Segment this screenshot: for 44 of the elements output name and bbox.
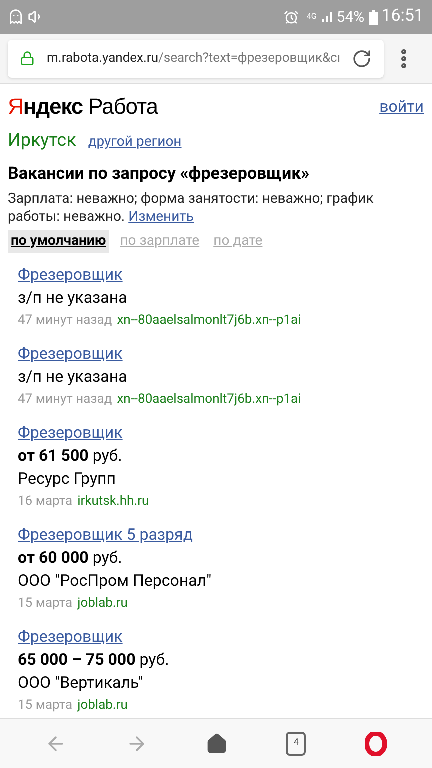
source-site: irkutsk.hh.ru — [78, 492, 150, 510]
sort-tab[interactable]: по умолчанию — [8, 230, 110, 252]
source-site: xn--80aaelsalmonlt7j6b.xn--p1ai — [117, 312, 302, 330]
posted-date: 47 минут назад — [18, 390, 112, 408]
network-type: 4G — [306, 13, 317, 21]
signal-icon — [320, 11, 333, 23]
vacancy-title-link[interactable]: Фрезеровщик — [18, 342, 123, 364]
company-name: Ресурс Групп — [18, 468, 117, 490]
change-region-link[interactable]: другой регион — [88, 132, 182, 153]
salary-text: з/п не указана — [18, 366, 128, 388]
ghost-icon — [8, 9, 24, 25]
company-name: ООО "РосПром Персонал" — [18, 570, 213, 592]
posted-date: 15 марта — [18, 594, 73, 612]
source-site: xn--80aaelsalmonlt7j6b.xn--p1ai — [117, 390, 302, 408]
source-site: joblab.ru — [78, 594, 128, 612]
salary-text: 65 000 – 75 000 руб. — [18, 648, 170, 670]
salary-text: з/п не указана — [18, 286, 128, 308]
vacancy-title-link[interactable]: Фрезеровщик — [18, 420, 123, 444]
salary-text: от 61 500 руб. — [18, 444, 124, 466]
filter-summary: Зарплата: неважно; форма занятости: неважно; график работы: неважно. Изменить — [8, 190, 375, 226]
address-bar[interactable]: m.rabota.yandex.ru/search?text=фрезеровщик&сı — [8, 40, 384, 78]
login-link[interactable]: войти — [380, 94, 424, 118]
results-heading: Вакансии по запросу «фрезеровщик» — [8, 163, 311, 186]
company-name: ООО "Вертикаль" — [18, 672, 144, 694]
logo[interactable]: Яндекс Работа — [8, 90, 158, 123]
vacancy-title-link[interactable]: Фрезеровщик — [18, 624, 123, 648]
battery-icon — [368, 10, 378, 24]
posted-date: 16 марта — [18, 492, 73, 510]
posted-date: 15 марта — [18, 696, 73, 714]
reload-icon[interactable] — [352, 48, 372, 68]
salary-text: от 60 000 руб. — [18, 546, 124, 568]
battery-percent: 54% — [336, 6, 365, 28]
tabs-button[interactable]: 4 — [286, 732, 306, 756]
city-name: Иркутск — [8, 129, 76, 153]
vacancy-title-link[interactable]: Фрезеровщик — [18, 262, 123, 286]
home-icon[interactable] — [206, 732, 228, 754]
change-filters-link[interactable]: Изменить — [128, 208, 194, 224]
posted-date: 47 минут назад — [18, 312, 112, 330]
opera-logo-icon[interactable] — [364, 732, 387, 756]
clock-time: 16:51 — [382, 5, 424, 28]
vacancy-title-link[interactable]: Фрезеровщик 5 разряд — [18, 522, 193, 546]
source-site: joblab.ru — [78, 696, 128, 714]
alarm-icon — [284, 10, 299, 24]
url-text: m.rabota.yandex.ru/search?text=фрезеровщик&сı — [47, 50, 342, 68]
